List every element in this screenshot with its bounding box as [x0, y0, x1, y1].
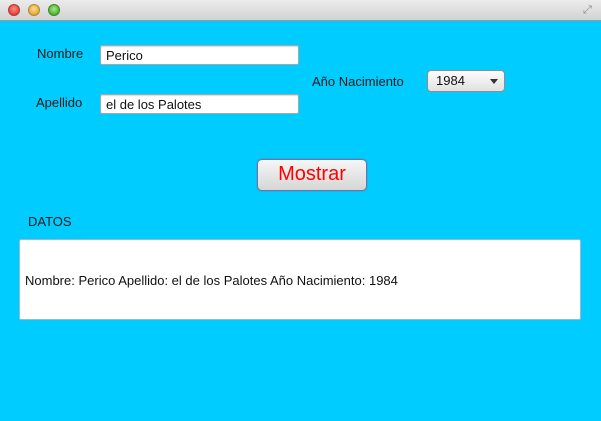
anio-selected-value: 1984 [436, 73, 465, 88]
mostrar-button[interactable]: Mostrar [257, 159, 367, 191]
anio-nacimiento-label: Año Nacimiento [312, 74, 404, 89]
datos-output-text: Nombre: Perico Apellido: el de los Palot… [25, 273, 398, 288]
apellido-input[interactable] [100, 94, 299, 114]
title-bar: ⤢ [0, 0, 601, 21]
apellido-label: Apellido [36, 95, 83, 110]
minimize-window-icon[interactable] [28, 4, 40, 16]
app-window: ⤢ Nombre Apellido Año Nacimiento 1984 Mo… [0, 0, 601, 421]
maximize-window-icon[interactable] [48, 4, 60, 16]
chevron-down-icon [490, 79, 498, 84]
nombre-label: Nombre [37, 46, 84, 61]
datos-label: DATOS [28, 214, 72, 229]
anio-nacimiento-select[interactable]: 1984 [427, 70, 505, 92]
nombre-input[interactable] [100, 45, 299, 65]
close-window-icon[interactable] [8, 4, 20, 16]
datos-output-area[interactable]: Nombre: Perico Apellido: el de los Palot… [19, 239, 581, 320]
fullscreen-icon[interactable]: ⤢ [583, 4, 595, 16]
